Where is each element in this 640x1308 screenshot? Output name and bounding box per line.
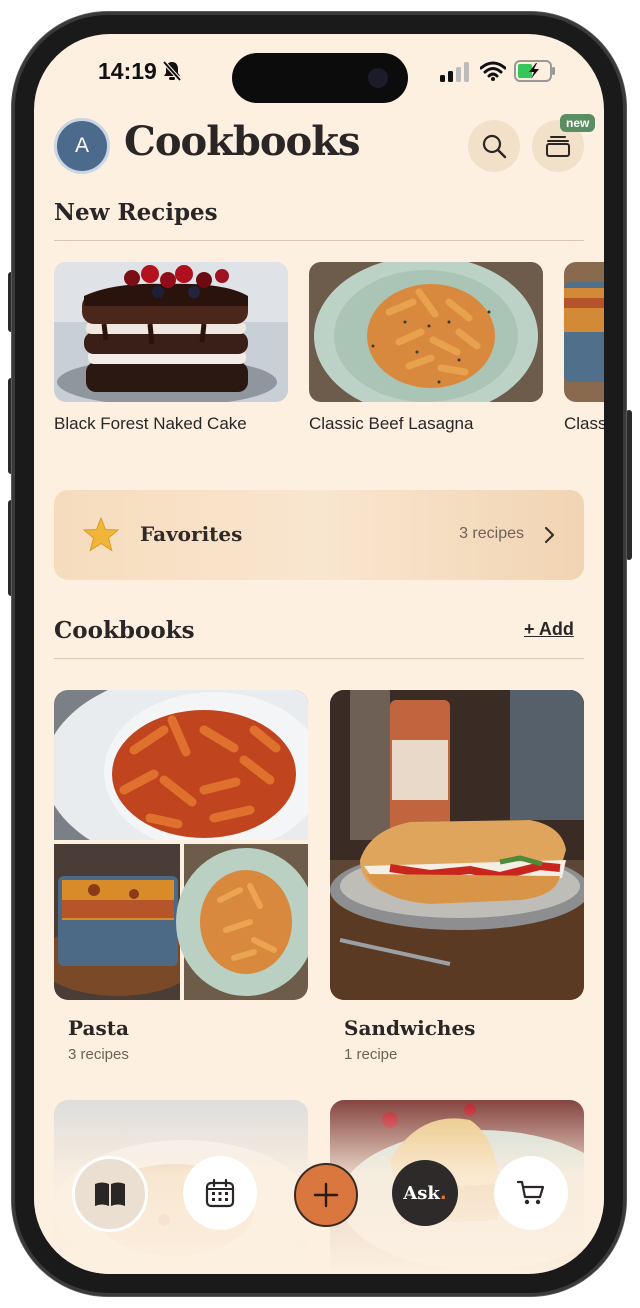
add-cookbook-button[interactable]: + Add <box>524 619 574 640</box>
app-screen: 14:19 A Cookbooks new New Recipes Black … <box>34 34 604 1274</box>
nav-cart-button[interactable] <box>494 1156 568 1230</box>
avatar[interactable]: A <box>54 118 110 174</box>
plus-icon <box>313 1182 339 1208</box>
recipe-card-lasagna[interactable]: Classic Beef Lasagna <box>309 262 543 434</box>
divider <box>54 658 584 659</box>
nav-add-button[interactable] <box>294 1163 358 1227</box>
recipe-image <box>309 262 543 402</box>
signal-icon <box>440 62 469 82</box>
status-time: 14:19 <box>98 58 157 84</box>
cookbooks-heading: Cookbooks <box>54 617 195 644</box>
nav-ask-button[interactable]: Ask. <box>392 1160 458 1226</box>
nav-calendar-button[interactable] <box>183 1156 257 1230</box>
new-badge: new <box>560 114 596 132</box>
search-icon <box>482 134 507 159</box>
cart-icon <box>516 1180 545 1205</box>
dynamic-island <box>232 53 408 103</box>
favorites-label: Favorites <box>140 522 243 546</box>
cookbook-name: Sandwiches <box>344 1016 476 1040</box>
recipe-title: Black Forest Naked Cake <box>54 414 247 433</box>
cookbook-count: 1 recipe <box>344 1046 398 1063</box>
star-icon <box>82 516 120 552</box>
recipe-card-partial[interactable]: Class <box>564 262 604 434</box>
stack-icon <box>546 136 570 157</box>
chevron-right-icon <box>544 526 555 544</box>
cookbook-sandwiches[interactable]: Sandwiches 1 recipe <box>330 690 584 1063</box>
book-icon <box>95 1182 125 1206</box>
ask-label: Ask <box>403 1182 440 1204</box>
search-button[interactable] <box>468 120 520 172</box>
bell-slash-icon <box>162 60 182 82</box>
cookbook-cover <box>54 690 308 1000</box>
cookbook-cover <box>330 690 584 1000</box>
nav-cookbooks-button[interactable] <box>72 1156 148 1232</box>
calendar-icon <box>205 1178 235 1208</box>
power-button <box>626 410 632 560</box>
recipe-image <box>564 262 604 402</box>
recipe-title: Class <box>564 414 604 433</box>
recipe-image <box>54 262 288 402</box>
cookbook-pasta[interactable]: Pasta 3 recipes <box>54 690 308 1063</box>
cookbook-name: Pasta <box>68 1016 129 1040</box>
favorites-count: 3 recipes <box>459 525 524 542</box>
ask-dot: . <box>439 1182 447 1204</box>
battery-charging-icon <box>514 60 555 82</box>
divider <box>54 240 584 241</box>
recipe-card-cake[interactable]: Black Forest Naked Cake <box>54 262 288 434</box>
recipe-title: Classic Beef Lasagna <box>309 414 474 433</box>
new-recipes-heading: New Recipes <box>54 199 218 226</box>
favorites-card[interactable]: Favorites 3 recipes <box>54 490 584 580</box>
wifi-icon <box>480 61 506 81</box>
page-title: Cookbooks <box>124 118 360 165</box>
camera <box>368 68 388 88</box>
cookbook-count: 3 recipes <box>68 1046 129 1063</box>
